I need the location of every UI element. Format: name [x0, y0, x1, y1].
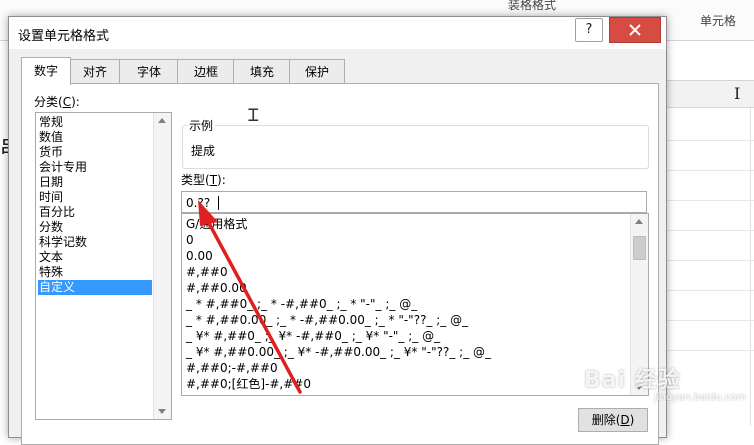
format-item[interactable]: G/通用格式: [186, 216, 247, 232]
column-gridline: [750, 106, 751, 426]
row-gridline: [660, 200, 754, 201]
tab-protection[interactable]: 保护: [289, 59, 345, 84]
category-item-scientific[interactable]: 科学记数: [38, 235, 152, 250]
close-button[interactable]: [609, 17, 661, 43]
watermark-logo: Bai 经验: [584, 368, 681, 393]
watermark-url: jingyan.baidu.com: [654, 392, 747, 403]
category-item-special[interactable]: 特殊: [38, 265, 152, 280]
close-icon: [629, 23, 641, 36]
category-item-fraction[interactable]: 分数: [38, 220, 152, 235]
row-gridline: [660, 290, 754, 291]
row-gridline: [660, 140, 754, 141]
text-caret: [218, 196, 219, 210]
tab-alignment[interactable]: 对齐: [69, 59, 121, 84]
tab-font[interactable]: 字体: [119, 59, 179, 84]
scroll-thumb[interactable]: [633, 236, 646, 260]
category-item-number[interactable]: 数值: [38, 130, 152, 145]
category-item-date[interactable]: 日期: [38, 175, 152, 190]
row-gridline: [660, 350, 754, 351]
category-label: 分类(C):: [34, 95, 80, 109]
format-item[interactable]: #,##0.00: [186, 280, 247, 296]
delete-button[interactable]: 删除(D): [578, 408, 648, 432]
sample-label: 示例: [187, 117, 216, 134]
tab-fill[interactable]: 填充: [233, 59, 291, 84]
tab-number[interactable]: 数字: [21, 57, 71, 85]
format-item[interactable]: _ * #,##0_ ;_ * -#,##0_ ;_ * "-"_ ;_ @_: [186, 296, 417, 312]
category-item-percentage[interactable]: 百分比: [38, 205, 152, 220]
tab-border[interactable]: 边框: [177, 59, 235, 84]
scroll-up-icon[interactable]: [635, 219, 643, 224]
type-label: 类型(T):: [181, 173, 226, 187]
sample-value: 提成: [191, 144, 216, 158]
format-item[interactable]: 0.00: [186, 248, 213, 264]
format-item[interactable]: #,##0;-#,##0: [186, 360, 278, 376]
format-item[interactable]: 0: [186, 232, 194, 248]
row-gridline: [660, 320, 754, 321]
format-code-list[interactable]: G/通用格式 0 0.00 #,##0 #,##0.00 _ * #,##0_ …: [181, 213, 649, 396]
sample-group: 提成: [182, 125, 649, 169]
number-tab-panel: 分类(C): 常规 数值 货币 会计专用 日期 时间 百分比 分数 科学记数 文…: [21, 83, 659, 445]
format-item[interactable]: #,##0;[红色]-#,##0: [186, 376, 311, 392]
scroll-down-icon[interactable]: [158, 409, 166, 414]
format-cells-dialog: 设置单元格格式 ? 数字 对齐 字体 边框 填充 保护 分类(C): 常规 数值…: [8, 16, 667, 445]
ribbon-label-table-format: 装格格式: [508, 0, 557, 12]
scroll-up-icon[interactable]: [158, 118, 166, 123]
dialog-titlebar[interactable]: 设置单元格格式 ?: [9, 17, 666, 49]
category-item-general[interactable]: 常规: [38, 115, 152, 130]
help-button[interactable]: ?: [575, 18, 603, 42]
ibeam-cursor-icon: Ꮖ: [248, 106, 260, 126]
category-list[interactable]: 常规 数值 货币 会计专用 日期 时间 百分比 分数 科学记数 文本 特殊 自定…: [35, 112, 172, 420]
dialog-title: 设置单元格格式: [18, 29, 110, 44]
category-item-accounting[interactable]: 会计专用: [38, 160, 152, 175]
row-gridline: [660, 230, 754, 231]
baidu-watermark: Bai 经验 jingyan.baidu.com: [584, 362, 746, 403]
format-item[interactable]: _ * #,##0.00_ ;_ * -#,##0.00_ ;_ * "-"??…: [186, 312, 468, 328]
category-item-time[interactable]: 时间: [38, 190, 152, 205]
row-gridline: [660, 260, 754, 261]
format-item[interactable]: #,##0: [186, 264, 228, 280]
format-item[interactable]: _ ¥* #,##0_ ;_ ¥* -#,##0_ ;_ ¥* "-"_ ;_ …: [186, 328, 440, 344]
cell-marker: I: [734, 84, 741, 103]
category-scrollbar[interactable]: [153, 113, 171, 419]
ribbon-label-cell: 单元格: [700, 14, 737, 28]
type-input[interactable]: 0.??: [181, 191, 647, 213]
category-item-text[interactable]: 文本: [38, 250, 152, 265]
format-item[interactable]: _ ¥* #,##0.00_ ;_ ¥* -#,##0.00_ ;_ ¥* "-…: [186, 344, 491, 360]
category-item-custom[interactable]: 自定义: [38, 280, 152, 295]
category-item-currency[interactable]: 货币: [38, 145, 152, 160]
type-input-value: 0.??: [186, 196, 211, 210]
row-gridline: [660, 170, 754, 171]
